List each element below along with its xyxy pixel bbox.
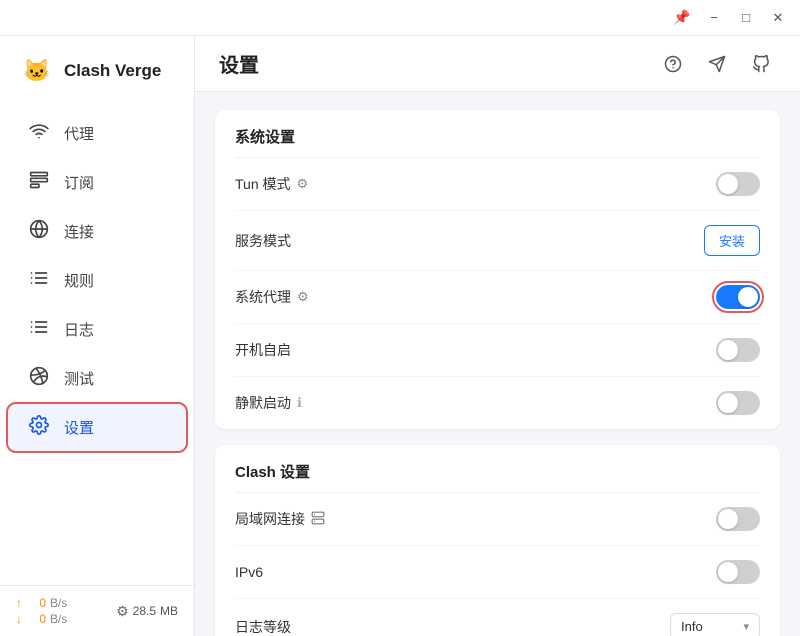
autostart-row: 开机自启 xyxy=(235,324,760,377)
content-area: 设置 xyxy=(195,36,800,636)
download-stat: ↓ 0 B/s xyxy=(16,612,67,626)
system-settings-section: 系统设置 Tun 模式 ⚙ 服务模式 安装 xyxy=(215,110,780,429)
sys-proxy-label: 系统代理 ⚙ xyxy=(235,287,309,307)
settings-icon xyxy=(28,415,50,440)
sidebar-item-settings[interactable]: 设置 xyxy=(8,404,186,451)
sys-proxy-row: 系统代理 ⚙ xyxy=(235,271,760,324)
sys-proxy-toggle[interactable] xyxy=(716,285,760,309)
tun-mode-toggle[interactable] xyxy=(716,172,760,196)
ipv6-label: IPv6 xyxy=(235,564,263,580)
sidebar-nav: 代理 订阅 连接 xyxy=(0,104,194,585)
autostart-toggle[interactable] xyxy=(716,338,760,362)
sidebar-item-test[interactable]: 测试 xyxy=(8,355,186,402)
sys-proxy-text: 系统代理 xyxy=(235,287,291,307)
silent-start-row: 静默启动 ℹ xyxy=(235,377,760,429)
disk-icon: ⚙ xyxy=(116,603,129,620)
download-unit: B/s xyxy=(50,612,67,626)
disk-stat: ⚙ 28.5 MB xyxy=(116,603,178,620)
log-level-text: 日志等级 xyxy=(235,617,291,636)
tun-mode-text: Tun 模式 xyxy=(235,174,291,194)
page-title: 设置 xyxy=(219,49,259,78)
upload-arrow-icon: ↑ xyxy=(16,596,22,610)
wifi-icon xyxy=(28,121,50,146)
app-body: 🐱 Clash Verge 代理 订阅 xyxy=(0,36,800,636)
ipv6-text: IPv6 xyxy=(235,564,263,580)
logs-icon xyxy=(28,317,50,342)
tun-mode-row: Tun 模式 ⚙ xyxy=(235,158,760,211)
app-name: Clash Verge xyxy=(64,61,161,81)
disk-unit: MB xyxy=(160,604,178,618)
silent-start-text: 静默启动 xyxy=(235,393,291,413)
lan-badge-icon xyxy=(311,511,325,528)
service-mode-row: 服务模式 安装 xyxy=(235,211,760,271)
autostart-label: 开机自启 xyxy=(235,340,291,360)
sidebar-item-connect[interactable]: 连接 xyxy=(8,208,186,255)
sidebar: 🐱 Clash Verge 代理 订阅 xyxy=(0,36,195,636)
github-button[interactable] xyxy=(746,49,776,79)
sidebar-item-label-subs: 订阅 xyxy=(64,172,94,193)
disk-value: 28.5 xyxy=(133,604,156,618)
log-level-label: 日志等级 xyxy=(235,617,291,636)
system-section-title: 系统设置 xyxy=(235,110,760,158)
sidebar-item-label-proxy: 代理 xyxy=(64,123,94,144)
service-mode-text: 服务模式 xyxy=(235,231,291,251)
network-stats: ↑ 0 B/s ↓ 0 B/s xyxy=(16,596,102,626)
sidebar-item-label-logs: 日志 xyxy=(64,319,94,340)
install-button[interactable]: 安装 xyxy=(704,225,760,256)
sidebar-footer: ↑ 0 B/s ↓ 0 B/s ⚙ 28.5 MB xyxy=(0,585,194,636)
silent-info-icon[interactable]: ℹ xyxy=(297,395,302,411)
title-bar: 📌 − □ ✕ xyxy=(0,0,800,36)
settings-scroll: 系统设置 Tun 模式 ⚙ 服务模式 安装 xyxy=(195,92,800,636)
download-arrow-icon: ↓ xyxy=(16,612,22,626)
lan-row: 局域网连接 xyxy=(235,493,760,546)
upload-value: 0 xyxy=(26,596,46,610)
tun-mode-label: Tun 模式 ⚙ xyxy=(235,174,308,194)
maximize-button[interactable]: □ xyxy=(732,4,760,32)
log-level-select[interactable]: Info ▾ xyxy=(670,613,760,636)
sidebar-item-label-connect: 连接 xyxy=(64,221,94,242)
lan-text: 局域网连接 xyxy=(235,509,305,529)
sysproxy-gear-icon[interactable]: ⚙ xyxy=(297,289,309,305)
subs-icon xyxy=(28,170,50,195)
globe-icon xyxy=(28,219,50,244)
ipv6-toggle[interactable] xyxy=(716,560,760,584)
upload-unit: B/s xyxy=(50,596,67,610)
send-button[interactable] xyxy=(702,49,732,79)
sidebar-item-label-rules: 规则 xyxy=(64,270,94,291)
log-level-value: Info xyxy=(681,619,703,634)
clash-section-title: Clash 设置 xyxy=(235,445,760,493)
sidebar-item-subs[interactable]: 订阅 xyxy=(8,159,186,206)
clash-settings-section: Clash 设置 局域网连接 xyxy=(215,445,780,636)
sidebar-logo: 🐱 Clash Verge xyxy=(0,36,194,104)
pin-button[interactable]: 📌 xyxy=(668,4,696,32)
silent-start-label: 静默启动 ℹ xyxy=(235,393,302,413)
title-bar-controls: 📌 − □ ✕ xyxy=(668,4,792,32)
log-level-row: 日志等级 Info ▾ xyxy=(235,599,760,636)
autostart-text: 开机自启 xyxy=(235,340,291,360)
sidebar-item-logs[interactable]: 日志 xyxy=(8,306,186,353)
test-icon xyxy=(28,366,50,391)
minimize-button[interactable]: − xyxy=(700,4,728,32)
lan-label: 局域网连接 xyxy=(235,509,325,529)
header-actions xyxy=(658,49,776,79)
upload-stat: ↑ 0 B/s xyxy=(16,596,67,610)
tun-gear-icon[interactable]: ⚙ xyxy=(297,176,309,192)
silent-start-toggle[interactable] xyxy=(716,391,760,415)
sidebar-item-label-test: 测试 xyxy=(64,368,94,389)
download-value: 0 xyxy=(26,612,46,626)
ipv6-row: IPv6 xyxy=(235,546,760,599)
close-button[interactable]: ✕ xyxy=(764,4,792,32)
content-header: 设置 xyxy=(195,36,800,92)
service-mode-label: 服务模式 xyxy=(235,231,291,251)
chevron-down-icon: ▾ xyxy=(743,620,749,633)
lan-toggle[interactable] xyxy=(716,507,760,531)
app-logo-icon: 🐱 xyxy=(20,54,54,88)
sidebar-item-proxy[interactable]: 代理 xyxy=(8,110,186,157)
sidebar-item-rules[interactable]: 规则 xyxy=(8,257,186,304)
help-button[interactable] xyxy=(658,49,688,79)
sidebar-item-label-settings: 设置 xyxy=(64,417,94,438)
rules-icon xyxy=(28,268,50,293)
